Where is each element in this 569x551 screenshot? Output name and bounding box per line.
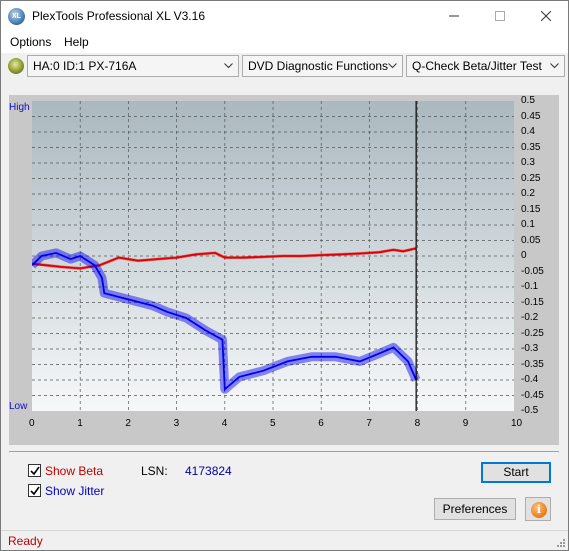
chevron-down-icon [388, 63, 397, 69]
info-button[interactable]: i [525, 497, 551, 521]
maximize-button [477, 1, 523, 31]
menu-help[interactable]: Help [64, 35, 89, 49]
status-bar: Ready [1, 530, 568, 550]
x-tick-label: 6 [318, 418, 324, 429]
start-button[interactable]: Start [481, 462, 551, 483]
chevron-down-icon [550, 63, 559, 69]
close-icon [540, 10, 552, 22]
show-jitter-label[interactable]: Show Jitter [45, 484, 104, 498]
minimize-icon [449, 15, 459, 17]
series-line-jitter [32, 251, 418, 392]
close-button[interactable] [523, 1, 569, 31]
y-tick-label: -0.15 [521, 296, 544, 308]
y-tick-label: 0.05 [521, 234, 541, 246]
y-tick-label: -0.4 [521, 374, 539, 385]
high-label: High [9, 102, 30, 113]
y-tick-label: 0.35 [521, 141, 541, 153]
low-label: Low [9, 401, 28, 412]
window-title: PlexTools Professional XL V3.16 [32, 9, 205, 23]
x-tick-label: 0 [29, 418, 35, 429]
app-icon: XL [8, 8, 25, 25]
y-tick-label: -0.1 [521, 281, 539, 292]
y-tick-label: 0 [521, 250, 527, 261]
show-jitter-checkbox[interactable] [28, 484, 41, 497]
x-tick-label: 4 [221, 418, 228, 429]
app-window: XL PlexTools Professional XL V3.16 Optio… [0, 0, 569, 551]
y-tick-label: 0.4 [521, 126, 535, 137]
y-tick-label: 0.45 [521, 110, 541, 122]
chevron-down-icon [224, 63, 233, 69]
y-tick-label: 0.2 [521, 188, 535, 199]
lsn-label: LSN: [141, 464, 168, 478]
y-tick-label: -0.45 [521, 389, 544, 401]
preferences-button[interactable]: Preferences [434, 498, 516, 520]
function-select-value: DVD Diagnostic Functions [248, 59, 389, 73]
y-tick-label: 0.15 [521, 203, 541, 215]
x-tick-label: 8 [414, 418, 421, 429]
resize-grip-icon[interactable] [556, 538, 566, 548]
y-tick-label: 0.3 [521, 157, 535, 168]
title-bar[interactable]: XL PlexTools Professional XL V3.16 [1, 1, 568, 31]
y-tick-label: 0.25 [521, 172, 541, 184]
x-tick-label: 5 [270, 418, 276, 429]
maximize-icon [495, 11, 505, 21]
x-tick-label: 7 [366, 418, 372, 429]
menu-options[interactable]: Options [10, 35, 51, 49]
y-tick-label: -0.05 [521, 265, 544, 277]
x-tick-label: 10 [511, 418, 523, 429]
y-tick-label: -0.2 [521, 312, 539, 323]
y-tick-label: -0.5 [521, 405, 539, 416]
y-tick-label: -0.35 [521, 358, 544, 370]
x-tick-label: 2 [125, 418, 131, 429]
x-tick-label: 1 [77, 418, 83, 429]
divider [9, 451, 559, 452]
y-tick-label: -0.25 [521, 327, 544, 339]
checkmark-icon [30, 466, 40, 476]
x-tick-label: 9 [462, 418, 469, 429]
y-tick-label: -0.3 [521, 343, 539, 354]
status-text: Ready [8, 534, 43, 548]
menu-bar: Options Help [1, 31, 568, 53]
drive-icon [8, 58, 24, 74]
plot-area [32, 101, 514, 411]
lsn-value: 4173824 [185, 464, 232, 478]
show-beta-label[interactable]: Show Beta [45, 464, 103, 478]
test-select-value: Q-Check Beta/Jitter Test [412, 59, 542, 73]
drive-select-value: HA:0 ID:1 PX-716A [33, 59, 137, 73]
info-icon: i [531, 502, 547, 518]
y-tick-label: 0.5 [521, 95, 535, 106]
function-select[interactable]: DVD Diagnostic Functions [242, 55, 403, 77]
checkmark-icon [30, 486, 40, 496]
drive-select[interactable]: HA:0 ID:1 PX-716A [27, 55, 239, 77]
chart-svg [32, 101, 514, 411]
test-select[interactable]: Q-Check Beta/Jitter Test [406, 55, 565, 77]
minimize-button[interactable] [431, 1, 477, 31]
show-beta-checkbox[interactable] [28, 464, 41, 477]
x-tick-label: 3 [173, 418, 180, 429]
y-tick-label: 0.1 [521, 219, 535, 230]
toolbar: HA:0 ID:1 PX-716A DVD Diagnostic Functio… [1, 53, 568, 80]
